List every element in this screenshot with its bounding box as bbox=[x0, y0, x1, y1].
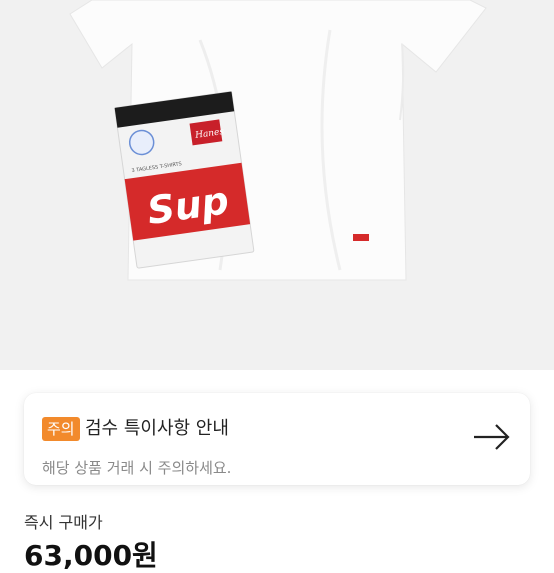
arrow-right-icon[interactable] bbox=[472, 422, 512, 452]
tshirt-package: Hanes 3 TAGLESS T-SHIRTS Sup bbox=[114, 91, 255, 269]
notice-title: 검수 특이사항 안내 bbox=[85, 418, 229, 439]
product-info-section: 주의 검수 특이사항 안내 해당 상품 거래 시 주의하세요. 즉시 구매가 6… bbox=[0, 370, 554, 572]
product-photo: Hanes 3 TAGLESS T-SHIRTS Sup bbox=[69, 0, 487, 281]
hem-tag bbox=[353, 234, 369, 241]
instant-buy-label: 즉시 구매가 bbox=[24, 513, 103, 532]
notice-subtitle: 해당 상품 거래 시 주의하세요. bbox=[42, 459, 232, 477]
inspection-notice-card[interactable]: 주의 검수 특이사항 안내 해당 상품 거래 시 주의하세요. bbox=[24, 393, 530, 485]
caution-badge: 주의 bbox=[42, 417, 80, 441]
instant-buy-price: 63,000원 bbox=[24, 539, 158, 572]
product-image[interactable]: Hanes 3 TAGLESS T-SHIRTS Sup bbox=[0, 0, 554, 370]
